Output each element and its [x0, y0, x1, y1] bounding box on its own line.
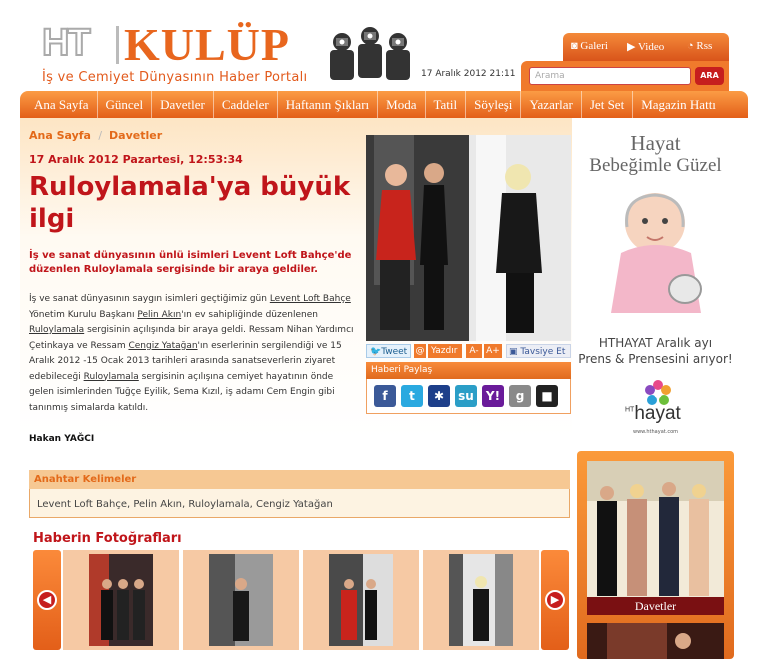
- hayat-advertisement[interactable]: Hayat Bebeğimle Güzel HTHAYAT Aralık ayı…: [577, 127, 734, 441]
- media-galeri-link[interactable]: ◙ Galeri: [571, 40, 608, 52]
- davetler-promo-label: Davetler: [587, 597, 724, 615]
- body-text: Yönetim Kurulu Başkanı: [29, 309, 138, 320]
- nav-tatil[interactable]: Tatil: [426, 91, 467, 118]
- media-rss-link[interactable]: ◔ Rss: [687, 40, 712, 52]
- media-galeri-label: Galeri: [580, 40, 608, 52]
- breadcrumb: Ana Sayfa / Davetler: [29, 129, 162, 142]
- header-datetime: 17 Aralık 2012 21:11: [421, 69, 516, 79]
- nav-haftanin-siklari[interactable]: Haftanın Şıkları: [278, 91, 379, 118]
- nav-caddeler[interactable]: Caddeler: [214, 91, 278, 118]
- article-main-photo[interactable]: [366, 135, 571, 341]
- logo-divider: [116, 26, 119, 64]
- gallery-thumb[interactable]: [183, 550, 299, 650]
- chevron-right-icon: ▶: [545, 590, 565, 610]
- twitter-icon: 🐦: [370, 347, 382, 357]
- facebook-icon[interactable]: f: [374, 385, 396, 407]
- nav-soylesi[interactable]: Söyleşi: [466, 91, 522, 118]
- nav-ana-sayfa[interactable]: Ana Sayfa: [20, 91, 98, 118]
- logo-ht[interactable]: HT: [41, 21, 92, 65]
- camera-icon: ◙: [571, 40, 581, 52]
- font-decrease-button[interactable]: A-: [466, 344, 482, 358]
- gallery-next-button[interactable]: ▶: [541, 550, 569, 650]
- search-button[interactable]: ARA: [695, 67, 724, 85]
- nav-magazin-hatti[interactable]: Magazin Hattı: [633, 91, 724, 118]
- nav-davetler[interactable]: Davetler: [152, 91, 214, 118]
- logo-kulup[interactable]: KULÜP: [124, 18, 290, 71]
- keywords-list[interactable]: Levent Loft Bahçe, Pelin Akın, Ruloylama…: [37, 499, 333, 510]
- ad-promo-line2: Prens & Prensesini arıyor!: [578, 352, 733, 366]
- body-text: İş ve sanat dünyasının saygın isimleri g…: [29, 294, 270, 304]
- media-rss-label: Rss: [696, 40, 713, 52]
- media-video-label: Video: [638, 41, 665, 53]
- davetler-promo-box[interactable]: Davetler: [577, 451, 734, 659]
- myspace-icon[interactable]: ✱: [428, 385, 450, 407]
- facebook-icon: ▣: [509, 347, 518, 357]
- nav-yazarlar[interactable]: Yazarlar: [521, 91, 582, 118]
- ad-line1: Hayat: [630, 131, 681, 155]
- delicious-icon[interactable]: ■: [536, 385, 558, 407]
- gallery-prev-button[interactable]: ◀: [33, 550, 61, 650]
- breadcrumb-separator: /: [94, 129, 110, 142]
- media-video-link[interactable]: ▶ Video: [627, 40, 664, 53]
- article-title: Ruloylamala'ya büyük ilgi: [29, 172, 351, 234]
- ad-line2: Bebeğimle Güzel: [589, 155, 722, 176]
- share-row: 🐦Tweet @ Yazdır A- A+ ▣ Tavsiye Et: [366, 344, 571, 360]
- breadcrumb-home[interactable]: Ana Sayfa: [29, 129, 91, 142]
- media-bar: ◙ Galeri ▶ Video ◔ Rss: [563, 33, 729, 61]
- gallery-thumb[interactable]: [303, 550, 419, 650]
- nav-guncel[interactable]: Güncel: [98, 91, 153, 118]
- ad-url: www.hthayat.com: [632, 429, 678, 435]
- tagline: İş ve Cemiyet Dünyasının Haber Portalı: [42, 70, 308, 85]
- search-input[interactable]: Arama: [529, 67, 691, 85]
- breadcrumb-davetler[interactable]: Davetler: [109, 129, 162, 142]
- article-date: 17 Aralık 2012 Pazartesi, 12:53:34: [29, 153, 243, 166]
- hayat-brand-prefix: HT: [625, 406, 635, 414]
- davetler-promo-image: [587, 461, 724, 603]
- keywords-heading: Anahtar Kelimeler: [29, 470, 570, 489]
- link-ruloylamala[interactable]: Ruloylamala: [29, 325, 84, 335]
- hayat-brand-logo: HThayat: [625, 403, 681, 425]
- link-cengiz-yatagan[interactable]: Cengiz Yatağan: [128, 341, 197, 351]
- tweet-label: Tweet: [381, 347, 408, 357]
- rss-icon: ◔: [687, 40, 697, 52]
- nav-jet-set[interactable]: Jet Set: [582, 91, 634, 118]
- header-paparazzi-image: [330, 27, 410, 80]
- facebook-recommend-button[interactable]: ▣ Tavsiye Et: [506, 344, 571, 358]
- main-nav: Ana Sayfa Güncel Davetler Caddeler Hafta…: [20, 91, 748, 118]
- baby-with-headphones-image: [611, 193, 702, 313]
- article-lead: İş ve sanat dünyasının ünlü isimleri Lev…: [29, 250, 352, 275]
- nav-moda[interactable]: Moda: [378, 91, 426, 118]
- recommend-label: Tavsiye Et: [520, 347, 566, 357]
- body-text: 'ın ev sahipliğinde düzenlenen: [181, 309, 318, 320]
- gallery-thumb-image: [449, 554, 513, 646]
- second-promo-image: [587, 623, 724, 659]
- link-ruloylamala-2[interactable]: Ruloylamala: [84, 372, 139, 382]
- chevron-left-icon: ◀: [37, 590, 57, 610]
- gallery-thumb-image: [89, 554, 153, 646]
- article-author: Hakan YAĞCI: [29, 434, 95, 444]
- link-levent-loft-bahce[interactable]: Levent Loft Bahçe: [270, 294, 351, 304]
- gallery-title: Haberin Fotoğrafları: [33, 531, 182, 546]
- gallery-thumb-image: [329, 554, 393, 646]
- font-increase-button[interactable]: A+: [484, 344, 502, 358]
- share-heading: Haberi Paylaş: [366, 362, 571, 379]
- hayat-brand-name: hayat: [634, 403, 681, 424]
- print-button[interactable]: Yazdır: [428, 344, 462, 358]
- stumbleupon-icon[interactable]: su: [455, 385, 477, 407]
- twitter-icon[interactable]: t: [401, 385, 423, 407]
- email-icon[interactable]: @: [414, 344, 426, 358]
- article-body: İş ve sanat dünyasının saygın isimleri g…: [29, 292, 361, 416]
- yahoo-icon[interactable]: Y!: [482, 385, 504, 407]
- gallery-thumb-image: [209, 554, 273, 646]
- gallery-thumb[interactable]: [63, 550, 179, 650]
- google-icon[interactable]: g: [509, 385, 531, 407]
- tweet-button[interactable]: 🐦Tweet: [366, 344, 411, 358]
- play-icon: ▶: [627, 41, 639, 53]
- ad-promo-line1: HTHAYAT Aralık ayı: [598, 336, 713, 350]
- gallery-thumb[interactable]: [423, 550, 539, 650]
- link-pelin-akin[interactable]: Pelin Akın: [137, 310, 181, 320]
